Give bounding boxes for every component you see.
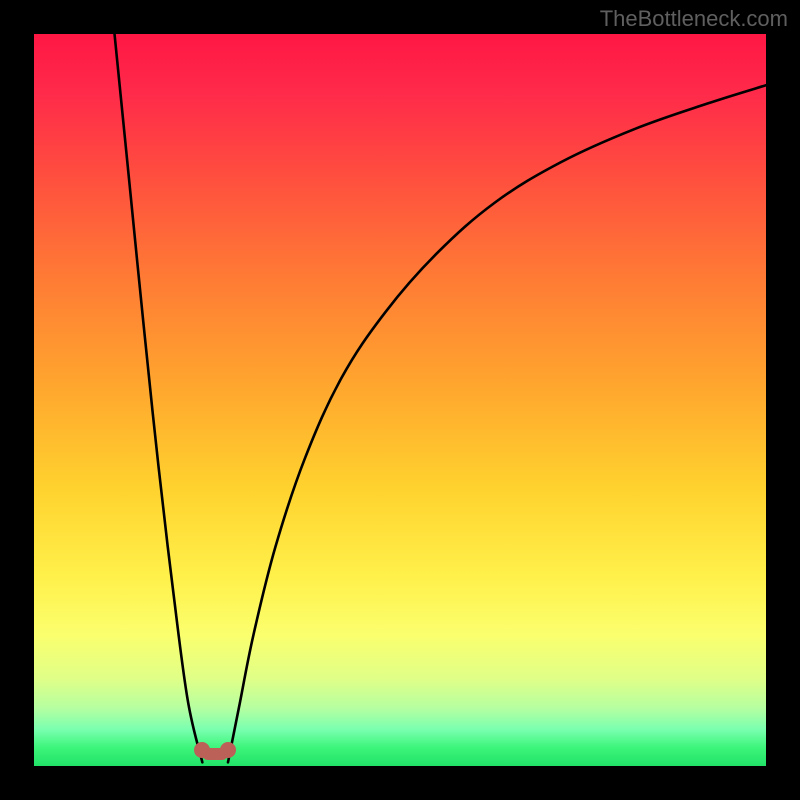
minimum-connector xyxy=(202,748,228,760)
curve-left-branch xyxy=(115,34,203,762)
watermark-text: TheBottleneck.com xyxy=(600,6,788,32)
curve-right-branch xyxy=(228,85,766,762)
plot-area xyxy=(34,34,766,766)
curve-svg xyxy=(34,34,766,766)
chart-frame: TheBottleneck.com xyxy=(0,0,800,800)
